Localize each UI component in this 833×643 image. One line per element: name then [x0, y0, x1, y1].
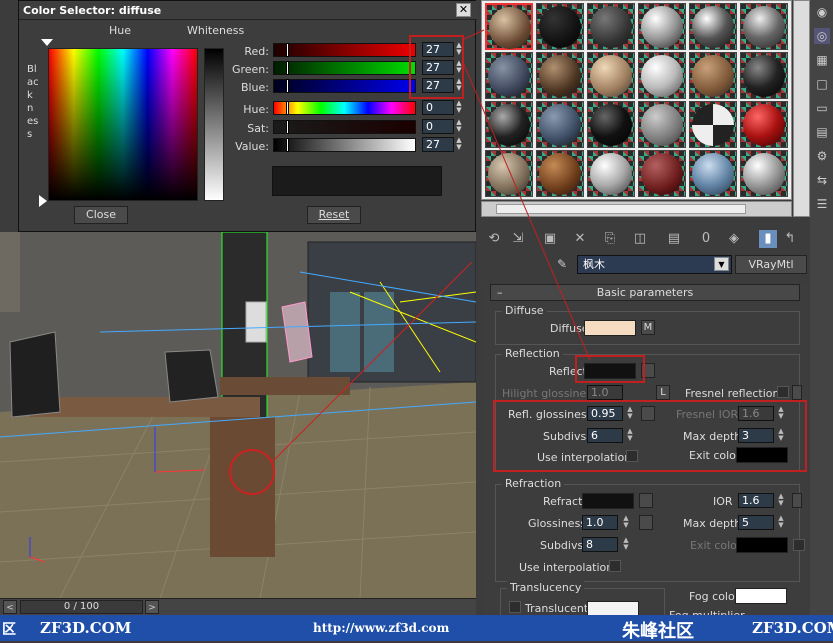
watermark-site-left: ZF3D.COM [40, 619, 132, 637]
watermark-url: http://www.zf3d.com [313, 621, 450, 635]
watermark-site-right: ZF3D.COM [752, 619, 833, 637]
watermark-brand: 朱峰社区 [622, 621, 694, 642]
callout-lines [461, 29, 591, 361]
watermark-left-char: 区 [2, 622, 16, 638]
watermark-bar: 区 ZF3D.COM http://www.zf3d.com 朱峰社区 ZF3D… [0, 615, 833, 642]
